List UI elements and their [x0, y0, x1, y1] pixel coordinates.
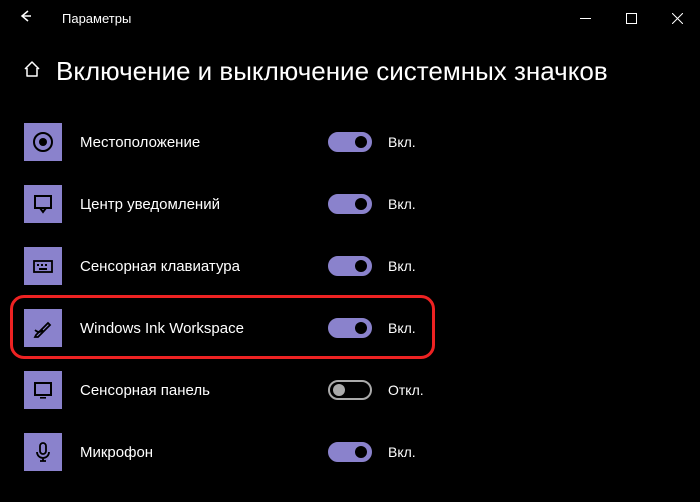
toggle-switch[interactable]: [328, 442, 372, 462]
maximize-button[interactable]: [608, 0, 654, 36]
toggle-switch[interactable]: [328, 380, 372, 400]
setting-label: Микрофон: [80, 444, 310, 461]
toggle-state-label: Вкл.: [388, 444, 416, 460]
close-button[interactable]: [654, 0, 700, 36]
setting-row-touch-keyboard: Сенсорная клавиатура Вкл.: [18, 235, 682, 297]
setting-label: Местоположение: [80, 134, 310, 151]
toggle-state-label: Откл.: [388, 382, 424, 398]
minimize-button[interactable]: [562, 0, 608, 36]
window-controls: [562, 0, 700, 36]
toggle-switch[interactable]: [328, 194, 372, 214]
microphone-icon: [24, 433, 62, 471]
action-center-icon: [24, 185, 62, 223]
toggle-state-label: Вкл.: [388, 196, 416, 212]
toggle-state-label: Вкл.: [388, 258, 416, 274]
toggle-wrap: Вкл.: [328, 194, 416, 214]
window-title: Параметры: [62, 11, 562, 26]
toggle-state-label: Вкл.: [388, 320, 416, 336]
setting-label: Центр уведомлений: [80, 196, 310, 213]
page-header: Включение и выключение системных значков: [0, 36, 700, 111]
setting-label: Сенсорная клавиатура: [80, 258, 310, 275]
location-icon: [24, 123, 62, 161]
touchpad-icon: [24, 371, 62, 409]
titlebar: Параметры: [0, 0, 700, 36]
toggle-switch[interactable]: [328, 256, 372, 276]
setting-label: Windows Ink Workspace: [80, 320, 310, 337]
settings-list: МестоположениеВкл.Центр уведомленийВкл.С…: [0, 111, 700, 483]
minimize-icon: [580, 13, 591, 24]
toggle-wrap: Вкл.: [328, 132, 416, 152]
toggle-switch[interactable]: [328, 132, 372, 152]
setting-row-touchpad: Сенсорная панель Откл.: [18, 359, 682, 421]
toggle-state-label: Вкл.: [388, 134, 416, 150]
setting-row-location: Местоположение Вкл.: [18, 111, 682, 173]
toggle-switch[interactable]: [328, 318, 372, 338]
back-button[interactable]: [16, 8, 46, 29]
touch-keyboard-icon: [24, 247, 62, 285]
maximize-icon: [626, 13, 637, 24]
ink-workspace-icon: [24, 309, 62, 347]
setting-row-action-center: Центр уведомлений Вкл.: [18, 173, 682, 235]
arrow-left-icon: [16, 8, 32, 24]
page-title: Включение и выключение системных значков: [56, 56, 608, 87]
toggle-wrap: Вкл.: [328, 318, 416, 338]
toggle-wrap: Откл.: [328, 380, 424, 400]
home-icon[interactable]: [22, 59, 42, 84]
setting-label: Сенсорная панель: [80, 382, 310, 399]
setting-row-microphone: Микрофон Вкл.: [18, 421, 682, 483]
toggle-wrap: Вкл.: [328, 442, 416, 462]
toggle-wrap: Вкл.: [328, 256, 416, 276]
setting-row-ink-workspace: Windows Ink Workspace Вкл.: [18, 297, 682, 359]
close-icon: [672, 13, 683, 24]
